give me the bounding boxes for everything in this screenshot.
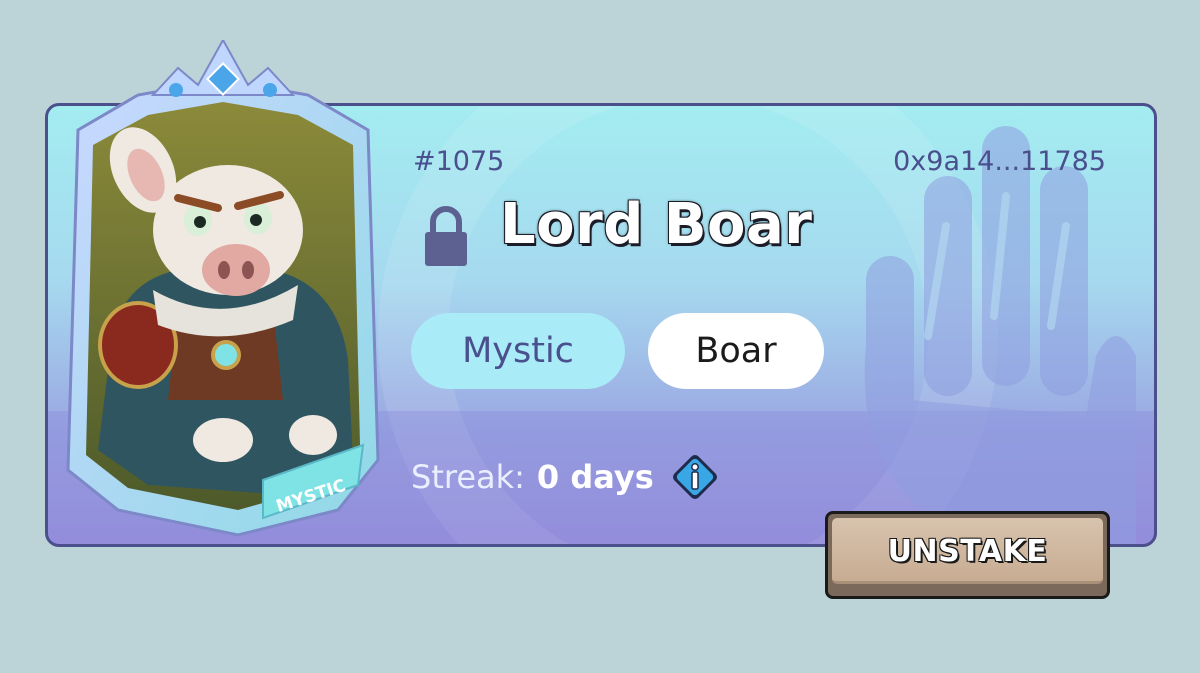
- streak-label: Streak:: [411, 458, 525, 496]
- unstake-button[interactable]: UNSTAKE: [825, 511, 1110, 599]
- token-id: #1075: [413, 146, 505, 177]
- character-card-art: MYSTIC: [66, 40, 380, 537]
- lock-icon: [425, 206, 467, 266]
- class-tag: Mystic: [411, 313, 625, 389]
- unstake-button-label: UNSTAKE: [887, 534, 1048, 569]
- stake-screen: #1075 0x9a14...11785 Lord Boar Mystic Bo…: [0, 0, 1200, 673]
- nft-name: Lord Boar: [500, 192, 813, 257]
- streak-value: 0 days: [536, 458, 654, 496]
- info-icon[interactable]: [668, 450, 722, 504]
- owner-address[interactable]: 0x9a14...11785: [893, 146, 1106, 177]
- type-tag: Boar: [648, 313, 824, 389]
- hand-icon: [864, 126, 1136, 544]
- streak-row: Streak: 0 days: [411, 450, 722, 504]
